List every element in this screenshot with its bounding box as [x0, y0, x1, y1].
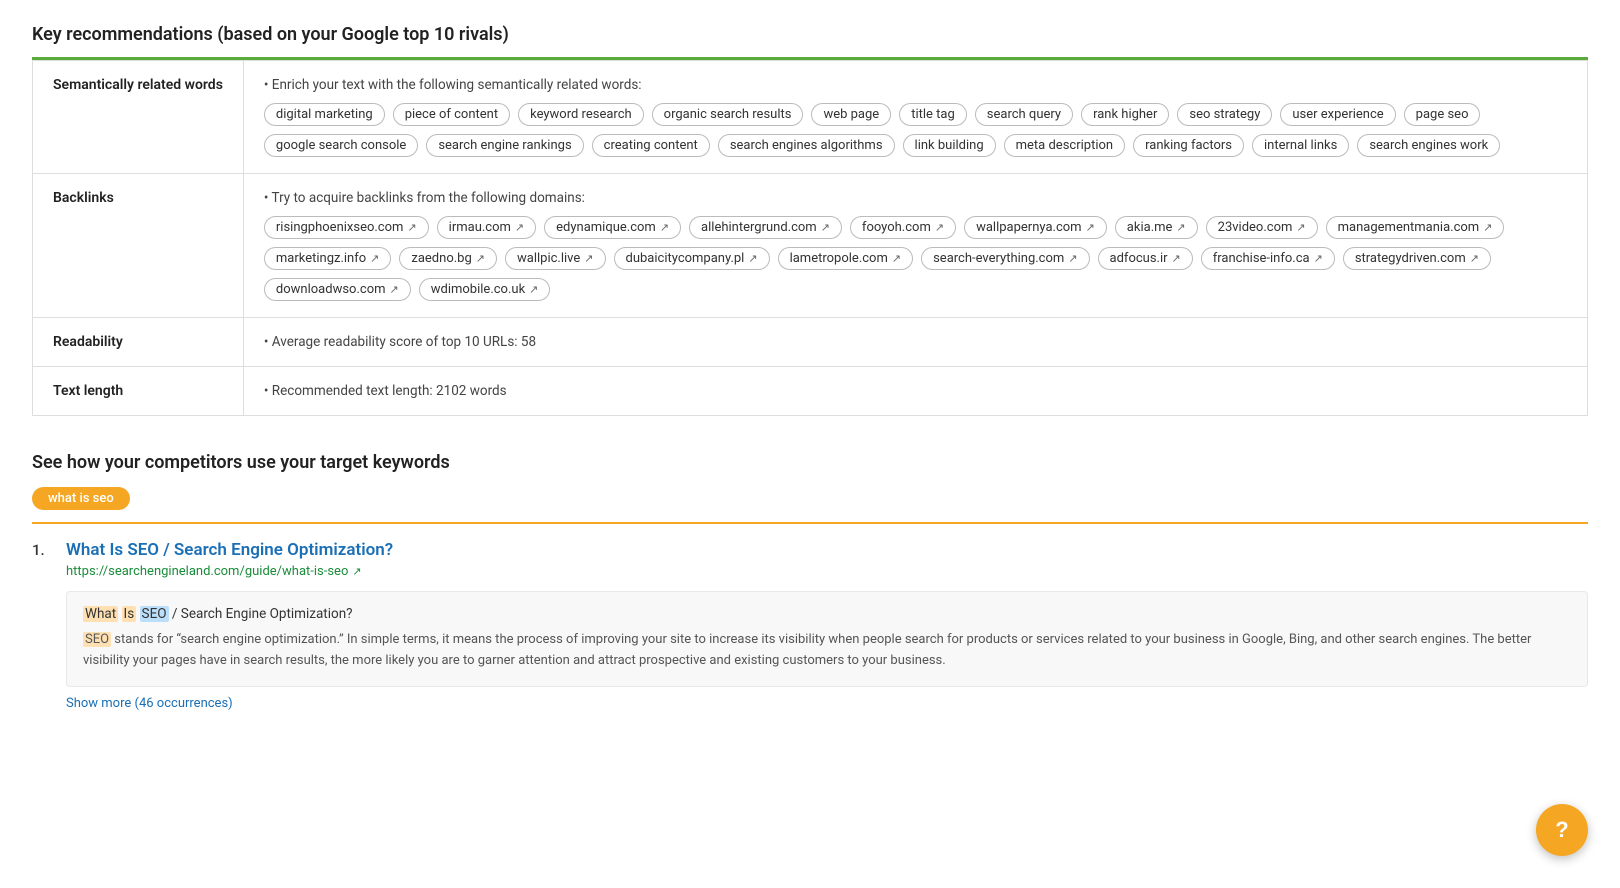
competitor-result: 1. What Is SEO / Search Engine Optimizati… — [32, 540, 1588, 727]
tag-item[interactable]: ranking factors — [1133, 134, 1244, 157]
highlight: SEO — [83, 632, 111, 647]
tag-item[interactable]: internal links — [1252, 134, 1349, 157]
external-link-icon: ↗ — [660, 221, 669, 234]
backlinks-container: risingphoenixseo.com ↗ irmau.com ↗ edynami… — [264, 216, 1567, 301]
external-link-icon: ↗ — [407, 221, 416, 234]
result-title[interactable]: What Is SEO / Search Engine Optimization… — [66, 540, 393, 560]
external-link-icon: ↗ — [1068, 252, 1077, 265]
external-link-icon: ↗ — [821, 221, 830, 234]
tag-item[interactable]: rank higher — [1081, 103, 1169, 126]
tag-item[interactable]: user experience — [1280, 103, 1395, 126]
backlink-item[interactable]: managementmania.com ↗ — [1326, 216, 1505, 239]
rec-label: Text length — [33, 367, 244, 416]
external-link-icon: ↗ — [370, 252, 379, 265]
backlink-item[interactable]: allehintergrund.com ↗ — [689, 216, 842, 239]
external-link-icon: ↗ — [1314, 252, 1323, 265]
backlink-item[interactable]: wallpapernya.com ↗ — [964, 216, 1107, 239]
competitors-title: See how your competitors use your target… — [32, 452, 1588, 473]
backlink-item[interactable]: lametropole.com ↗ — [778, 247, 914, 270]
rec-label: Readability — [33, 318, 244, 367]
external-link-icon: ↗ — [390, 283, 399, 296]
orange-divider — [32, 522, 1588, 524]
backlink-item[interactable]: franchise-info.ca ↗ — [1201, 247, 1335, 270]
competitors-results: 1. What Is SEO / Search Engine Optimizati… — [32, 540, 1588, 727]
external-link-icon: ↗ — [1086, 221, 1095, 234]
highlight: Is — [122, 606, 137, 622]
external-link-icon: ↗ — [1483, 221, 1492, 234]
external-link-icon: ↗ — [352, 565, 361, 578]
recommendations-table: Semantically related words • Enrich your … — [32, 60, 1588, 416]
rec-content: • Try to acquire backlinks from the foll… — [243, 174, 1587, 318]
competitors-section: See how your competitors use your target… — [32, 452, 1588, 727]
tag-item[interactable]: search engines work — [1357, 134, 1500, 157]
backlink-item[interactable]: adfocus.ir ↗ — [1098, 247, 1193, 270]
rec-info-text: • Average readability score of top 10 UR… — [264, 334, 1567, 350]
rec-bullet: • Try to acquire backlinks from the foll… — [264, 190, 1567, 206]
tag-item[interactable]: seo strategy — [1177, 103, 1272, 126]
external-link-icon: ↗ — [584, 252, 593, 265]
external-link-icon: ↗ — [1296, 221, 1305, 234]
result-number: 1. — [32, 541, 56, 559]
help-button[interactable]: ? — [1536, 804, 1588, 856]
snippet-headline: What Is SEO / Search Engine Optimization… — [83, 606, 1571, 622]
result-url[interactable]: https://searchengineland.com/guide/what-… — [66, 564, 1588, 579]
backlink-item[interactable]: risingphoenixseo.com ↗ — [264, 216, 429, 239]
backlink-item[interactable]: marketingz.info ↗ — [264, 247, 392, 270]
backlink-item[interactable]: 23video.com ↗ — [1206, 216, 1318, 239]
rec-bullet: • Enrich your text with the following se… — [264, 77, 1567, 93]
show-more-link[interactable]: Show more (46 occurrences) — [66, 696, 233, 711]
snippet-box: What Is SEO / Search Engine Optimization… — [66, 591, 1588, 687]
backlink-item[interactable]: wallpic.live ↗ — [505, 247, 606, 270]
rec-label: Semantically related words — [33, 61, 244, 174]
backlink-item[interactable]: strategydriven.com ↗ — [1343, 247, 1491, 270]
rec-info-text: • Recommended text length: 2102 words — [264, 383, 1567, 399]
rec-content: • Average readability score of top 10 UR… — [243, 318, 1587, 367]
tag-item[interactable]: organic search results — [652, 103, 804, 126]
external-link-icon: ↗ — [748, 252, 757, 265]
tag-item[interactable]: search engine rankings — [426, 134, 583, 157]
backlink-item[interactable]: fooyoh.com ↗ — [850, 216, 956, 239]
highlight: SEO — [140, 606, 169, 622]
tag-item[interactable]: search engines algorithms — [718, 134, 895, 157]
tags-container: digital marketing piece of content keyword… — [264, 103, 1567, 157]
external-link-icon: ↗ — [935, 221, 944, 234]
tag-item[interactable]: link building — [903, 134, 996, 157]
external-link-icon: ↗ — [1176, 221, 1185, 234]
rec-content: • Enrich your text with the following se… — [243, 61, 1587, 174]
backlink-item[interactable]: akia.me ↗ — [1115, 216, 1198, 239]
rec-content: • Recommended text length: 2102 words — [243, 367, 1587, 416]
external-link-icon: ↗ — [476, 252, 485, 265]
tag-item[interactable]: web page — [811, 103, 891, 126]
tag-item[interactable]: digital marketing — [264, 103, 385, 126]
tag-item[interactable]: google search console — [264, 134, 418, 157]
external-link-icon: ↗ — [515, 221, 524, 234]
external-link-icon: ↗ — [892, 252, 901, 265]
recommendations-title: Key recommendations (based on your Googl… — [32, 24, 1588, 45]
rec-label: Backlinks — [33, 174, 244, 318]
backlink-item[interactable]: downloadwso.com ↗ — [264, 278, 411, 301]
external-link-icon: ↗ — [1172, 252, 1181, 265]
snippet-text: SEO stands for “search engine optimizati… — [83, 630, 1571, 672]
tag-item[interactable]: piece of content — [393, 103, 510, 126]
backlink-item[interactable]: search-everything.com ↗ — [921, 247, 1089, 270]
keyword-badge[interactable]: what is seo — [32, 487, 130, 510]
backlink-item[interactable]: dubaicitycompany.pl ↗ — [614, 247, 770, 270]
tag-item[interactable]: keyword research — [518, 103, 644, 126]
tag-item[interactable]: search query — [975, 103, 1073, 126]
backlink-item[interactable]: zaedno.bg ↗ — [399, 247, 497, 270]
backlink-item[interactable]: irmau.com ↗ — [437, 216, 536, 239]
tag-item[interactable]: title tag — [899, 103, 967, 126]
tag-item[interactable]: meta description — [1004, 134, 1125, 157]
recommendations-table-wrapper: Semantically related words • Enrich your … — [32, 57, 1588, 416]
tag-item[interactable]: creating content — [592, 134, 710, 157]
backlink-item[interactable]: wdimobile.co.uk ↗ — [419, 278, 551, 301]
highlight: What — [83, 606, 118, 622]
tag-item[interactable]: page seo — [1404, 103, 1481, 126]
external-link-icon: ↗ — [1470, 252, 1479, 265]
backlink-item[interactable]: edynamique.com ↗ — [544, 216, 681, 239]
external-link-icon: ↗ — [529, 283, 538, 296]
